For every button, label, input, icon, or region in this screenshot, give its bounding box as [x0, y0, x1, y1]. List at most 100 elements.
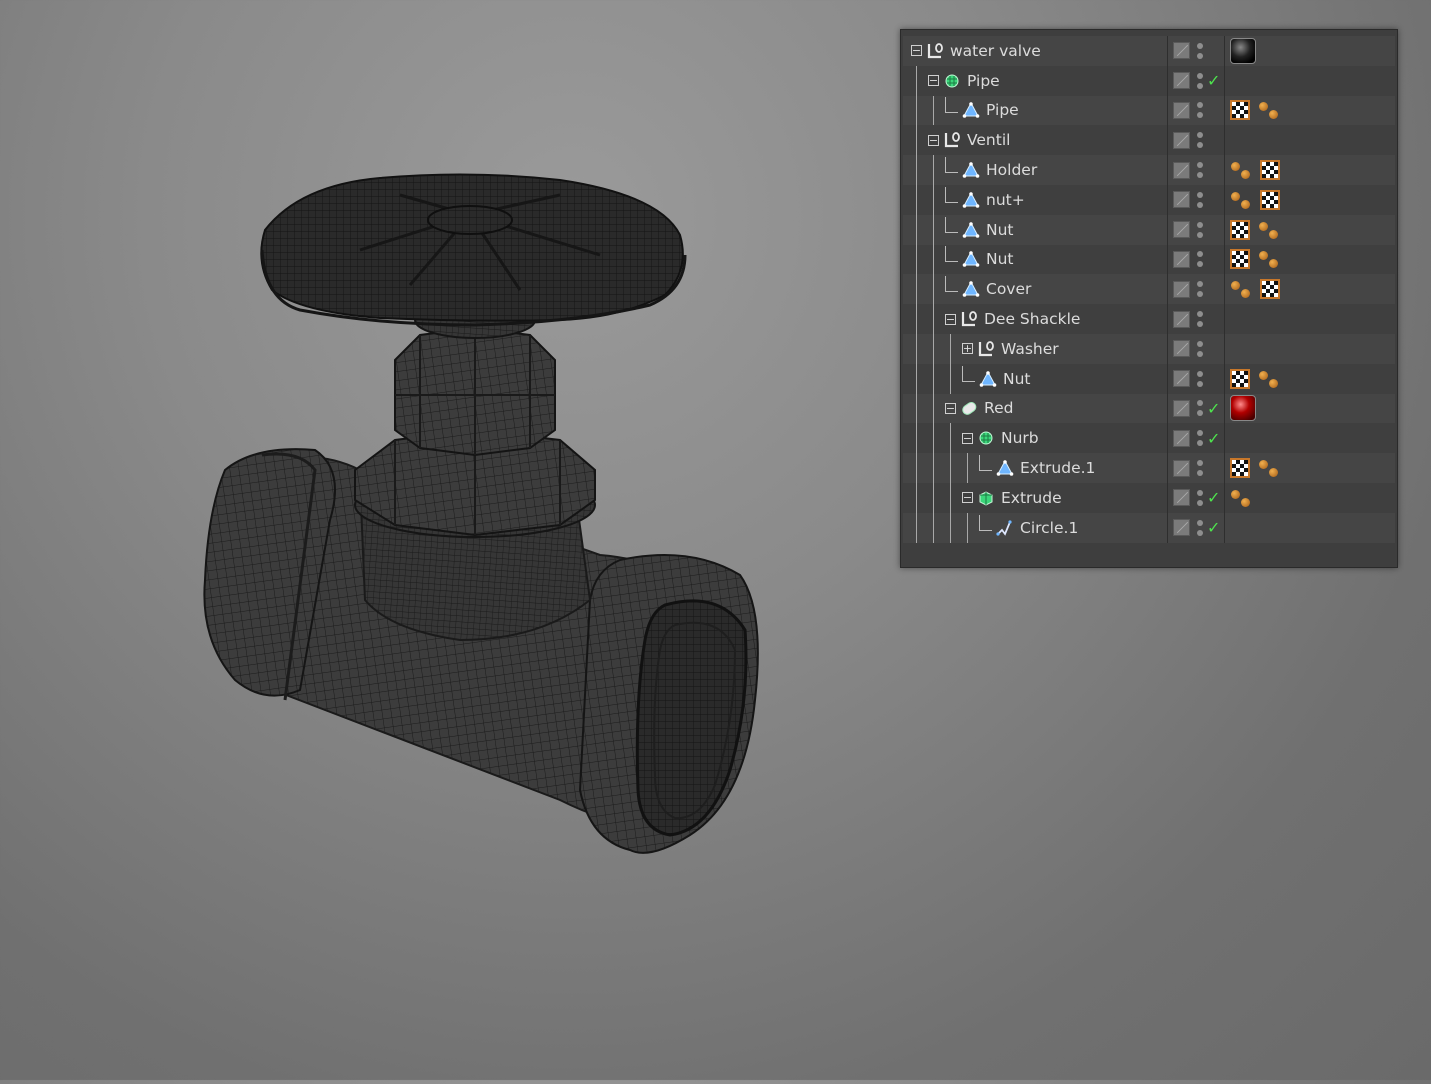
object-row[interactable]: Pipe: [903, 95, 1395, 126]
layer-edit-icon[interactable]: [1173, 161, 1190, 179]
object-name-cell[interactable]: Cover: [903, 274, 1167, 305]
phong-tag-icon[interactable]: [1258, 457, 1280, 479]
layer-edit-icon[interactable]: [1173, 340, 1190, 358]
layer-edit-icon[interactable]: [1173, 310, 1190, 328]
visibility-dots-icon[interactable]: [1196, 428, 1204, 448]
object-name-cell[interactable]: Nut: [903, 363, 1167, 394]
texture-tag-icon[interactable]: [1230, 368, 1250, 389]
object-label[interactable]: Ventil: [967, 131, 1010, 149]
collapse-icon[interactable]: −: [928, 75, 939, 87]
object-name-cell[interactable]: − Extrude: [903, 482, 1167, 513]
visibility-dots-icon[interactable]: [1196, 71, 1204, 91]
phong-tag-icon[interactable]: [1258, 99, 1280, 121]
object-row[interactable]: Nut: [903, 363, 1395, 394]
visibility-dots-icon[interactable]: [1196, 220, 1204, 240]
visibility-dots-icon[interactable]: [1196, 398, 1204, 418]
texture-tag-icon[interactable]: [1260, 160, 1280, 181]
object-label[interactable]: Red: [984, 399, 1013, 417]
object-label[interactable]: Washer: [1001, 340, 1059, 358]
object-row[interactable]: − water valve: [903, 36, 1395, 66]
visibility-dots-icon[interactable]: [1196, 369, 1204, 389]
material-tag-black-icon[interactable]: [1230, 37, 1256, 64]
object-name-cell[interactable]: nut+: [903, 184, 1167, 215]
object-row[interactable]: nut+: [903, 184, 1395, 215]
layer-edit-icon[interactable]: [1173, 429, 1190, 447]
object-row[interactable]: − Dee Shackle: [903, 304, 1395, 334]
object-name-cell[interactable]: Holder: [903, 155, 1167, 185]
object-row[interactable]: Nut: [903, 214, 1395, 245]
object-label[interactable]: Cover: [986, 280, 1031, 298]
enabled-check-icon[interactable]: ✓: [1207, 518, 1220, 537]
visibility-dots-icon[interactable]: [1196, 160, 1204, 180]
phong-tag-icon[interactable]: [1230, 189, 1252, 211]
layer-edit-icon[interactable]: [1173, 399, 1190, 417]
object-name-cell[interactable]: + Washer: [903, 333, 1167, 364]
object-label[interactable]: Holder: [986, 161, 1037, 179]
object-row[interactable]: Circle.1 ✓: [903, 512, 1395, 543]
object-name-cell[interactable]: Circle.1: [903, 512, 1167, 543]
visibility-dots-icon[interactable]: [1196, 130, 1204, 150]
enabled-check-icon[interactable]: ✓: [1207, 399, 1220, 418]
layer-edit-icon[interactable]: [1173, 191, 1190, 209]
enabled-check-icon[interactable]: ✓: [1207, 71, 1220, 90]
object-row[interactable]: − Extrude ✓: [903, 482, 1395, 513]
object-label[interactable]: Pipe: [967, 72, 1000, 90]
object-name-cell[interactable]: − Ventil: [903, 125, 1167, 156]
texture-tag-icon[interactable]: [1260, 279, 1280, 300]
visibility-dots-icon[interactable]: [1196, 309, 1204, 329]
object-name-cell[interactable]: Extrude.1: [903, 453, 1167, 483]
layer-edit-icon[interactable]: [1173, 131, 1190, 149]
collapse-icon[interactable]: −: [945, 313, 956, 325]
visibility-dots-icon[interactable]: [1196, 249, 1204, 269]
phong-tag-icon[interactable]: [1258, 219, 1280, 241]
object-label[interactable]: nut+: [986, 191, 1025, 209]
object-row[interactable]: Nut: [903, 244, 1395, 275]
layer-edit-icon[interactable]: [1173, 370, 1190, 388]
layer-edit-icon[interactable]: [1173, 519, 1190, 537]
layer-edit-icon[interactable]: [1173, 42, 1190, 60]
visibility-dots-icon[interactable]: [1196, 190, 1204, 210]
object-name-cell[interactable]: − Nurb: [903, 423, 1167, 454]
object-label[interactable]: water valve: [950, 42, 1041, 60]
object-row[interactable]: + Washer: [903, 333, 1395, 364]
material-tag-red-icon[interactable]: [1230, 395, 1256, 422]
object-row[interactable]: Holder: [903, 155, 1395, 185]
collapse-icon[interactable]: −: [962, 432, 973, 444]
layer-edit-icon[interactable]: [1173, 101, 1190, 119]
layer-edit-icon[interactable]: [1173, 221, 1190, 239]
texture-tag-icon[interactable]: [1230, 100, 1250, 121]
phong-tag-icon[interactable]: [1230, 278, 1252, 300]
object-row[interactable]: Extrude.1: [903, 453, 1395, 483]
layer-edit-icon[interactable]: [1173, 459, 1190, 477]
object-row[interactable]: − Red ✓: [903, 393, 1395, 424]
texture-tag-icon[interactable]: [1230, 458, 1250, 479]
visibility-dots-icon[interactable]: [1196, 279, 1204, 299]
texture-tag-icon[interactable]: [1260, 189, 1280, 210]
object-name-cell[interactable]: − Red: [903, 393, 1167, 424]
enabled-check-icon[interactable]: ✓: [1207, 488, 1220, 507]
object-row[interactable]: − Pipe ✓: [903, 65, 1395, 96]
collapse-icon[interactable]: −: [928, 134, 939, 146]
visibility-dots-icon[interactable]: [1196, 100, 1204, 120]
visibility-dots-icon[interactable]: [1196, 458, 1204, 478]
visibility-dots-icon[interactable]: [1196, 488, 1204, 508]
object-name-cell[interactable]: Nut: [903, 214, 1167, 245]
object-name-cell[interactable]: − water valve: [903, 36, 1167, 66]
object-label[interactable]: Extrude.1: [1020, 459, 1095, 477]
object-name-cell[interactable]: Pipe: [903, 95, 1167, 126]
collapse-icon[interactable]: −: [945, 402, 956, 414]
object-row[interactable]: − Nurb ✓: [903, 423, 1395, 454]
object-label[interactable]: Pipe: [986, 101, 1019, 119]
object-label[interactable]: Circle.1: [1020, 519, 1078, 537]
visibility-dots-icon[interactable]: [1196, 339, 1204, 359]
layer-edit-icon[interactable]: [1173, 489, 1190, 507]
object-label[interactable]: Dee Shackle: [984, 310, 1080, 328]
object-label[interactable]: Nut: [986, 221, 1014, 239]
expand-icon[interactable]: +: [962, 343, 973, 355]
layer-edit-icon[interactable]: [1173, 250, 1190, 268]
visibility-dots-icon[interactable]: [1196, 41, 1204, 61]
phong-tag-icon[interactable]: [1258, 248, 1280, 270]
object-row[interactable]: Cover: [903, 274, 1395, 305]
collapse-icon[interactable]: −: [911, 45, 922, 57]
texture-tag-icon[interactable]: [1230, 249, 1250, 270]
